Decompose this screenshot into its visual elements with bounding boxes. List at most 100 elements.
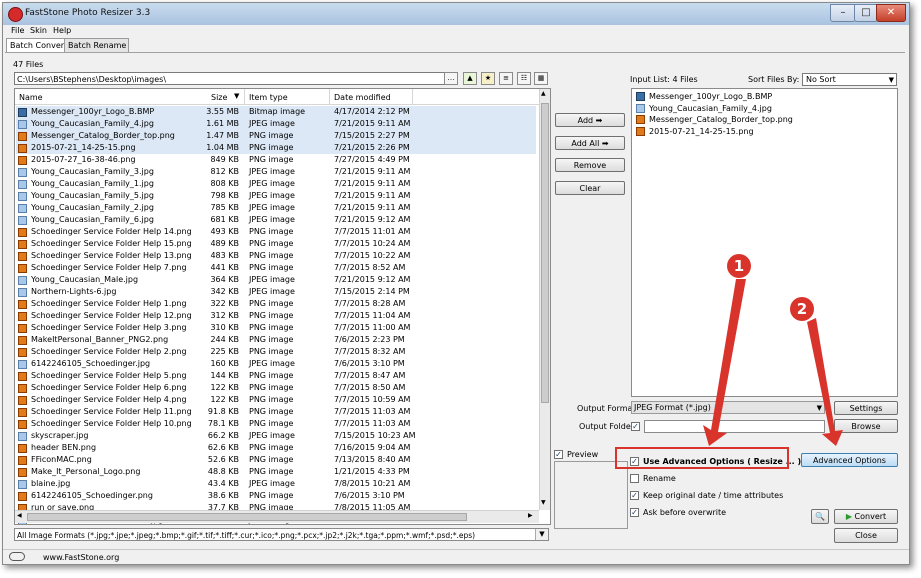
file-size: 310 KB <box>210 323 239 332</box>
column-item-type[interactable]: Item type <box>249 93 288 102</box>
png-file-icon <box>18 132 27 141</box>
keep-date-checkbox[interactable]: ✓ <box>630 491 639 500</box>
menu-help[interactable]: Help <box>53 26 71 35</box>
menu-file[interactable]: File <box>11 26 24 35</box>
sort-files-select[interactable]: No Sort ▼ <box>802 73 897 86</box>
column-divider[interactable] <box>244 89 245 104</box>
folder-path-input[interactable]: C:\Users\BStephens\Desktop\images\ <box>14 72 456 85</box>
ask-overwrite-label[interactable]: Ask before overwrite <box>643 508 726 517</box>
file-row[interactable]: Make_It_Personal_Logo.png 48.8 KB PNG imag… <box>16 466 536 478</box>
preview-checkbox[interactable]: ✓ <box>554 450 563 459</box>
file-row[interactable]: 6142246105_Schoedinger.png 38.6 KB PNG ima… <box>16 490 536 502</box>
close-window-button[interactable]: ✕ <box>876 4 906 22</box>
file-row[interactable]: 6142246105_Schoedinger.jpg 160 KB JPEG ima… <box>16 358 536 370</box>
file-row[interactable]: Schoedinger Service Folder Help 15.png 48… <box>16 238 536 250</box>
chevron-down-icon[interactable]: ▼ <box>535 529 548 540</box>
file-size: 798 KB <box>210 191 239 200</box>
output-folder-input[interactable] <box>644 420 825 433</box>
png-file-icon <box>18 156 27 165</box>
view-list-icon[interactable]: ≡ <box>499 72 513 85</box>
browse-button[interactable]: Browse <box>834 419 898 433</box>
title-bar: FastStone Photo Resizer 3.3 – □ ✕ <box>3 3 909 25</box>
file-row[interactable]: Young_Caucasian_Family_4.jpg 1.61 MB JPEG … <box>16 118 536 130</box>
file-row[interactable]: Schoedinger Service Folder Help 1.png 322… <box>16 298 536 310</box>
file-row[interactable]: Messenger_100yr_Logo_B.BMP 3.55 MB Bitmap … <box>16 106 536 118</box>
file-type-filter[interactable]: All Image Formats (*.jpg;*.jpe;*.jpeg;*.… <box>14 528 549 541</box>
maximize-button[interactable]: □ <box>854 4 878 22</box>
file-row[interactable]: skyscraper.jpg 66.2 KB JPEG image 7/15/2015… <box>16 430 536 442</box>
file-row[interactable]: Schoedinger Service Folder Help 4.png 122… <box>16 394 536 406</box>
file-row[interactable]: Young_Caucasian_Family_3.jpg 812 KB JPEG i… <box>16 166 536 178</box>
settings-button[interactable]: Settings <box>834 401 898 415</box>
clear-button[interactable]: Clear <box>555 181 625 195</box>
file-name: Northern-Lights-6.jpg <box>31 287 117 296</box>
column-divider[interactable] <box>412 89 413 104</box>
column-size[interactable]: Size <box>211 93 227 102</box>
file-row[interactable]: blaine.jpg 43.4 KB JPEG image 7/8/2015 10:2… <box>16 478 536 490</box>
input-list[interactable]: Messenger_100yr_Logo_B.BMP Young_Caucasia… <box>631 88 898 397</box>
file-row[interactable]: Schoedinger Service Folder Help 5.png 144… <box>16 370 536 382</box>
file-row[interactable]: Schoedinger Service Folder Help 11.png 91… <box>16 406 536 418</box>
column-date-modified[interactable]: Date modified <box>334 93 391 102</box>
view-thumbnails-icon[interactable]: ▦ <box>534 72 548 85</box>
file-row[interactable]: Schoedinger Service Folder Help 7.png 441… <box>16 262 536 274</box>
file-row[interactable]: Schoedinger Service Folder Help 12.png 31… <box>16 310 536 322</box>
file-size: 66.2 KB <box>207 431 239 440</box>
tab-batch-rename[interactable]: Batch Rename <box>64 38 129 52</box>
add-all-button[interactable]: Add All ➡ <box>555 136 625 150</box>
file-row[interactable]: 2015-07-21_14-25-15.png 1.04 MB PNG image 7… <box>16 142 536 154</box>
file-row[interactable]: Schoedinger Service Folder Help 2.png 225… <box>16 346 536 358</box>
file-row[interactable]: Schoedinger Service Folder Help 14.png 49… <box>16 226 536 238</box>
tab-batch-convert[interactable]: Batch Convert <box>6 38 68 53</box>
column-divider[interactable] <box>329 89 330 104</box>
add-button[interactable]: Add ➡ <box>555 113 625 127</box>
file-row[interactable]: Young_Caucasian_Family_5.jpg 798 KB JPEG i… <box>16 190 536 202</box>
file-row[interactable]: Schoedinger Service Folder Help 10.png 78… <box>16 418 536 430</box>
menu-skin[interactable]: Skin <box>30 26 47 35</box>
minimize-button[interactable]: – <box>830 4 856 22</box>
convert-button[interactable]: ▶ Convert <box>834 509 898 524</box>
preview-document-icon[interactable]: 🔍 <box>811 509 829 524</box>
scroll-up-icon[interactable]: ▲ <box>541 90 546 97</box>
file-row[interactable]: MakeItPersonal_Banner_PNG2.png 244 KB PNG … <box>16 334 536 346</box>
file-row[interactable]: Young_Caucasian_Family_1.jpg 808 KB JPEG i… <box>16 178 536 190</box>
output-format-select[interactable]: JPEG Format (*.jpg) ▼ <box>631 401 825 414</box>
favorite-folder-icon[interactable]: ★ <box>481 72 495 85</box>
file-row[interactable]: Young_Caucasian_Family_2.jpg 785 KB JPEG i… <box>16 202 536 214</box>
up-folder-icon[interactable]: ▲ <box>463 72 477 85</box>
file-row[interactable]: header BEN.png 62.6 KB PNG image 7/16/2015 … <box>16 442 536 454</box>
column-name[interactable]: Name <box>19 93 43 102</box>
scroll-left-icon[interactable]: ◀ <box>17 512 22 519</box>
rename-label[interactable]: Rename <box>643 474 676 483</box>
file-row[interactable]: Messenger_Catalog_Border_top.png 1.47 MB P… <box>16 130 536 142</box>
png-file-icon <box>18 444 27 453</box>
remove-button[interactable]: Remove <box>555 158 625 172</box>
file-date: 7/7/2015 8:32 AM <box>334 347 406 356</box>
keep-date-label[interactable]: Keep original date / time attributes <box>643 491 783 500</box>
file-size: 1.61 MB <box>206 119 239 128</box>
output-folder-checkbox[interactable]: ✓ <box>631 422 640 431</box>
file-row[interactable]: Schoedinger Service Folder Help 6.png 122… <box>16 382 536 394</box>
file-row[interactable]: Young_Caucasian_Family_6.jpg 681 KB JPEG i… <box>16 214 536 226</box>
scroll-right-icon[interactable]: ▶ <box>528 512 533 519</box>
browse-folder-button[interactable]: … <box>444 72 458 85</box>
file-row[interactable]: Schoedinger Service Folder Help 3.png 310… <box>16 322 536 334</box>
file-list[interactable]: Name Size ▼ Item type Date modified Mess… <box>14 88 551 525</box>
file-row[interactable]: Northern-Lights-6.jpg 342 KB JPEG image 7/1… <box>16 286 536 298</box>
ask-overwrite-checkbox[interactable]: ✓ <box>630 508 639 517</box>
file-row[interactable]: Schoedinger Service Folder Help 13.png 48… <box>16 250 536 262</box>
file-row[interactable]: FFiconMAC.png 52.6 KB PNG image 7/13/2015 8… <box>16 454 536 466</box>
file-type: PNG image <box>249 407 294 416</box>
status-url[interactable]: www.FastStone.org <box>43 553 119 562</box>
file-row[interactable]: Young_Caucasian_Male.jpg 364 KB JPEG image… <box>16 274 536 286</box>
view-details-icon[interactable]: ☷ <box>517 72 531 85</box>
scroll-down-icon[interactable]: ▼ <box>541 499 546 506</box>
file-list-hscroll[interactable]: ◀ ▶ <box>15 510 539 523</box>
hscroll-thumb[interactable] <box>27 513 467 521</box>
vscroll-thumb[interactable] <box>541 103 549 403</box>
rename-checkbox[interactable] <box>630 474 639 483</box>
close-button[interactable]: Close <box>834 528 898 543</box>
file-list-vscroll[interactable]: ▲ ▼ <box>539 89 550 510</box>
advanced-options-button[interactable]: Advanced Options <box>801 453 898 467</box>
file-row[interactable]: 2015-07-27_16-38-46.png 849 KB PNG image 7/… <box>16 154 536 166</box>
